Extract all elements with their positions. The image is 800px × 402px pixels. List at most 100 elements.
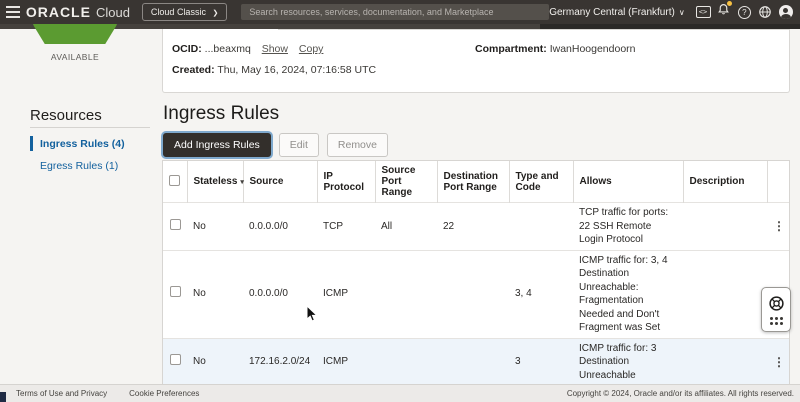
terms-link[interactable]: Terms of Use and Privacy (16, 389, 107, 398)
cell-src-port (375, 338, 437, 386)
sidebar-item-egress-rules[interactable]: Egress Rules (1) (40, 160, 118, 172)
table-header-row: Stateless ▾ Source IP Protocol Source Por… (163, 161, 789, 203)
bell-icon (717, 1, 733, 21)
extension-overlay-widget[interactable] (761, 287, 791, 332)
cloud-shell-button[interactable]: <> (693, 6, 714, 18)
col-type-and-code: Type and Code (509, 161, 574, 203)
ocid-copy-link[interactable]: Copy (299, 43, 324, 55)
created-label: Created: (172, 64, 215, 76)
ocid-value: ...beaxmq (204, 43, 251, 55)
col-ip-protocol: IP Protocol (317, 161, 376, 203)
footer-bar: Terms of Use and Privacy Cookie Preferen… (0, 384, 800, 402)
compartment-value: IwanHoogendoorn (549, 43, 636, 55)
cookie-preferences-link[interactable]: Cookie Preferences (129, 389, 199, 398)
help-button[interactable]: ? (734, 5, 755, 19)
cell-description (683, 250, 767, 338)
details-panel (162, 29, 790, 93)
chevron-down-icon: ∨ (678, 7, 685, 17)
row-checkbox[interactable] (169, 286, 181, 298)
cell-allows: ICMP traffic for: 3 Destination Unreacha… (579, 342, 657, 381)
capture-target-icon (768, 295, 784, 311)
cell-allows: TCP traffic for ports: 22 SSH Remote Log… (579, 207, 669, 245)
ocid-label: OCID: (172, 43, 202, 55)
top-navigation-bar: ORACLE Cloud Cloud Classic ❯ Search reso… (0, 0, 800, 24)
table-actions: Add Ingress Rules Edit Remove (163, 133, 388, 157)
compartment-row: Compartment: IwanHoogendoorn (475, 43, 636, 55)
add-ingress-rules-button[interactable]: Add Ingress Rules (163, 133, 271, 157)
language-button[interactable] (755, 5, 776, 19)
col-destination-port-range: Destination Port Range (437, 161, 510, 203)
table-row: No 0.0.0.0/0 TCP All 22 TCP traffic for … (163, 202, 789, 251)
col-source: Source (243, 161, 318, 203)
resources-title: Resources (30, 107, 102, 124)
cell-protocol: ICMP (323, 356, 348, 367)
col-stateless[interactable]: Stateless ▾ (187, 161, 244, 203)
oracle-cloud-logo[interactable]: ORACLE Cloud (26, 4, 130, 20)
oracle-cloud-console: ORACLE Cloud Cloud Classic ❯ Search reso… (0, 0, 800, 402)
notification-dot (727, 1, 733, 6)
compartment-label: Compartment: (475, 43, 547, 55)
copyright-text: Copyright © 2024, Oracle and/or its affi… (566, 389, 794, 398)
status-hexagon-badge (33, 24, 117, 44)
cell-source: 0.0.0.0/0 (249, 220, 288, 232)
cell-type-code: 3 (515, 356, 521, 367)
row-actions-kebab-icon[interactable]: ⋮ (767, 338, 789, 386)
created-row: Created: Thu, May 16, 2024, 07:16:58 UTC (172, 64, 376, 76)
edit-button[interactable]: Edit (278, 133, 319, 157)
table-row: No 0.0.0.0/0 ICMP 3, 4 ICMP traffic for:… (163, 250, 789, 338)
ingress-rules-table-panel: Stateless ▾ Source IP Protocol Source Por… (162, 160, 790, 402)
cell-src-port (375, 250, 437, 338)
cell-dst-port (437, 338, 509, 386)
table-row-hovered: No 172.16.2.0/24 ICMP 3 ICMP traffic for… (163, 338, 789, 386)
cell-stateless: No (193, 356, 206, 367)
global-search-input[interactable]: Search resources, services, documentatio… (241, 4, 550, 20)
cell-type-code (509, 203, 573, 251)
cell-dst-port: 22 (443, 220, 455, 232)
status-badge: AVAILABLE (50, 52, 100, 62)
user-menu-button[interactable] (775, 5, 796, 19)
cell-allows: ICMP traffic for: 3, 4 Destination Unrea… (579, 254, 668, 334)
page-title: Ingress Rules (163, 103, 280, 124)
chevron-right-icon: ❯ (212, 10, 219, 17)
cell-description (683, 338, 767, 386)
cell-stateless: No (193, 288, 206, 300)
col-actions (767, 161, 789, 203)
ocid-show-link[interactable]: Show (262, 43, 288, 55)
ocid-row: OCID: ...beaxmq Show Copy (172, 43, 323, 55)
remove-button[interactable]: Remove (326, 133, 388, 157)
sidebar-divider (30, 127, 150, 128)
sort-desc-icon: ▾ (240, 179, 244, 186)
code-console-icon: <> (695, 6, 711, 18)
col-source-port-range: Source Port Range (375, 161, 438, 203)
cell-dst-port (437, 250, 509, 338)
cell-source: 172.16.2.0/24 (249, 356, 311, 367)
col-description: Description (683, 161, 768, 203)
ingress-rules-table: Stateless ▾ Source IP Protocol Source Por… (163, 161, 789, 402)
created-value: Thu, May 16, 2024, 07:16:58 UTC (217, 64, 377, 76)
region-selector[interactable]: Germany Central (Frankfurt) ∨ (549, 7, 684, 18)
brand-cloud: Cloud (95, 5, 130, 20)
footer-corner-widget (0, 392, 6, 402)
row-actions-kebab-icon[interactable]: ⋮ (767, 203, 789, 251)
row-checkbox[interactable] (169, 354, 181, 365)
cell-src-port: All (381, 220, 393, 232)
cell-type-code: 3, 4 (515, 288, 532, 300)
cell-description (683, 203, 767, 251)
globe-icon (759, 6, 771, 18)
active-item-accent (30, 136, 33, 151)
cell-protocol: TCP (323, 220, 343, 232)
brand-oracle: ORACLE (25, 4, 91, 20)
details-panel-top-border (278, 29, 790, 30)
cell-stateless: No (193, 220, 206, 232)
help-icon: ? (737, 5, 751, 19)
cell-protocol: ICMP (323, 288, 348, 300)
row-checkbox[interactable] (169, 218, 181, 230)
select-all-checkbox[interactable] (169, 174, 181, 186)
col-allows: Allows (573, 161, 684, 203)
drag-handle-dots-icon[interactable] (769, 316, 783, 325)
announcements-button[interactable] (713, 1, 734, 21)
sidebar-item-ingress-rules[interactable]: Ingress Rules (4) (40, 138, 125, 150)
search-placeholder: Search resources, services, documentatio… (249, 7, 494, 17)
cloud-classic-button[interactable]: Cloud Classic ❯ (141, 3, 228, 21)
hamburger-menu-icon[interactable] (0, 0, 26, 24)
